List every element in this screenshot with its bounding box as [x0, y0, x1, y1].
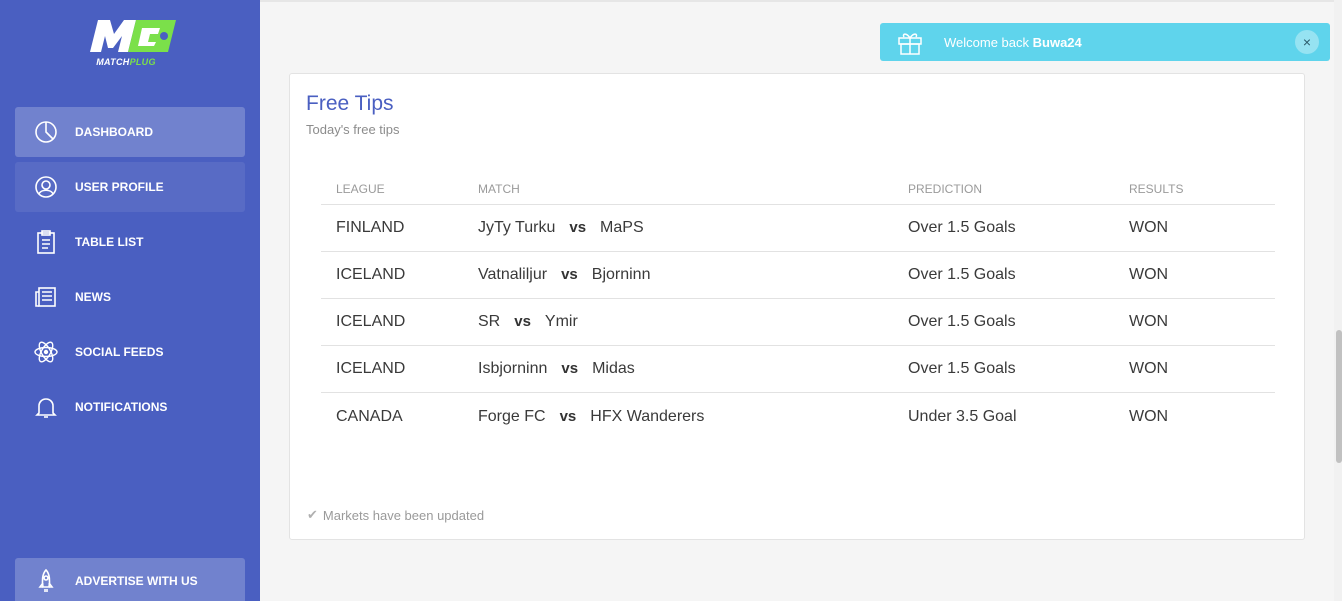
home-team: Vatnaliljur: [478, 266, 548, 283]
footer-text: Markets have been updated: [322, 507, 485, 523]
result-cell: WON: [1129, 360, 1169, 377]
home-team: Forge FC: [478, 407, 546, 425]
sidebar-item-label: USER PROFILE: [75, 180, 164, 194]
atom-icon: [31, 337, 61, 367]
scrollbar-thumb[interactable]: [1336, 330, 1342, 463]
user-icon: [31, 172, 61, 202]
vs-label: vs: [559, 407, 577, 425]
away-team: Midas: [592, 360, 635, 377]
home-team: SR: [478, 313, 501, 330]
newspaper-icon: [31, 282, 61, 312]
home-team: Isbjorninn: [478, 360, 548, 377]
match-cell: Forge FC vs HFX Wanderers: [478, 408, 908, 426]
prediction-cell: Over 1.5 Goals: [908, 360, 1016, 377]
sidebar-item-label: NEWS: [75, 290, 111, 304]
vs-label: vs: [514, 313, 531, 330]
sidebar-item-table-list[interactable]: TABLE LIST: [15, 217, 245, 267]
welcome-toast: Welcome back Buwa24 ×: [880, 23, 1330, 61]
toast-username: Buwa24: [1032, 34, 1082, 50]
league-cell: FINLAND: [336, 219, 405, 236]
column-header-prediction: PREDICTION: [908, 182, 983, 196]
away-team: Bjorninn: [591, 266, 651, 283]
clipboard-icon: [31, 227, 61, 257]
rocket-icon: [31, 566, 61, 596]
league-cell: ICELAND: [336, 360, 406, 377]
scrollbar-track[interactable]: [1334, 0, 1342, 601]
table-row: ICELAND SR vs Ymir Over 1.5 Goals WON: [321, 299, 1275, 346]
bell-icon: [31, 392, 61, 422]
sidebar-item-user-profile[interactable]: USER PROFILE: [15, 162, 245, 212]
table-row: ICELAND Isbjorninn vs Midas Over 1.5 Goals…: [321, 346, 1275, 393]
result-cell: WON: [1129, 219, 1169, 236]
away-team: Ymir: [544, 313, 578, 330]
league-cell: ICELAND: [336, 313, 406, 330]
gift-icon: [898, 33, 922, 55]
card-footer: ✔ Markets have been updated: [307, 507, 484, 523]
away-team: MaPS: [600, 219, 644, 236]
sidebar-item-notifications[interactable]: NOTIFICATIONS: [15, 382, 245, 432]
brand-name: MATCHPLUG: [84, 57, 168, 67]
tips-table: LEAGUE MATCH PREDICTION RESULTS FINLAND …: [321, 174, 1275, 440]
toast-message: Welcome back Buwa24: [944, 35, 1082, 50]
card-subtitle: Today's free tips: [306, 122, 400, 137]
sidebar-item-label: DASHBOARD: [75, 125, 153, 139]
match-cell: Vatnaliljur vs Bjorninn: [478, 266, 908, 284]
prediction-cell: Over 1.5 Goals: [908, 219, 1016, 236]
sidebar-item-label: SOCIAL FEEDS: [75, 345, 164, 359]
home-team: JyTy Turku: [478, 219, 556, 236]
away-team: HFX Wanderers: [590, 407, 705, 425]
vs-label: vs: [561, 266, 578, 283]
pie-chart-icon: [31, 117, 61, 147]
result-cell: WON: [1129, 266, 1169, 283]
toast-prefix: Welcome back: [944, 34, 1033, 50]
match-cell: SR vs Ymir: [478, 313, 908, 331]
vs-label: vs: [561, 360, 579, 377]
league-cell: ICELAND: [336, 266, 406, 283]
free-tips-card: Free Tips Today's free tips LEAGUE MATCH…: [289, 73, 1305, 540]
table-row: FINLAND JyTy Turku vs MaPS Over 1.5 Goals …: [321, 205, 1275, 252]
close-icon[interactable]: ×: [1295, 30, 1319, 54]
column-header-match: MATCH: [478, 182, 520, 196]
sidebar-item-news[interactable]: NEWS: [15, 272, 245, 322]
column-header-league: LEAGUE: [336, 182, 385, 196]
table-row: CANADA Forge FC vs HFX Wanderers Under 3.5…: [321, 393, 1275, 440]
sidebar-item-label: NOTIFICATIONS: [75, 400, 168, 414]
result-cell: WON: [1129, 313, 1169, 330]
prediction-cell: Over 1.5 Goals: [908, 266, 1016, 283]
result-cell: WON: [1129, 407, 1169, 425]
brand-name-part1: MATCH: [96, 57, 130, 67]
sidebar-item-dashboard[interactable]: DASHBOARD: [15, 107, 245, 157]
top-divider: [260, 0, 1342, 2]
table-row: ICELAND Vatnaliljur vs Bjorninn Over 1.5 G…: [321, 252, 1275, 299]
prediction-cell: Under 3.5 Goal: [908, 407, 1017, 425]
card-title: Free Tips: [306, 92, 394, 115]
sidebar-item-label: TABLE LIST: [75, 235, 144, 249]
league-cell: CANADA: [336, 407, 403, 425]
vs-label: vs: [569, 219, 587, 236]
advertise-label: ADVERTISE WITH US: [75, 574, 198, 588]
match-cell: Isbjorninn vs Midas: [478, 360, 908, 378]
match-cell: JyTy Turku vs MaPS: [478, 219, 908, 237]
sidebar: MATCHPLUG DASHBOARD USER PROFILE TABLE L…: [0, 0, 260, 601]
prediction-cell: Over 1.5 Goals: [908, 313, 1016, 330]
column-header-results: RESULTS: [1129, 182, 1184, 196]
advertise-button[interactable]: ADVERTISE WITH US: [15, 558, 245, 601]
brand-name-part2: PLUG: [129, 57, 156, 67]
check-icon: ✔: [307, 507, 318, 522]
sidebar-item-social-feeds[interactable]: SOCIAL FEEDS: [15, 327, 245, 377]
table-header: LEAGUE MATCH PREDICTION RESULTS: [321, 174, 1275, 205]
